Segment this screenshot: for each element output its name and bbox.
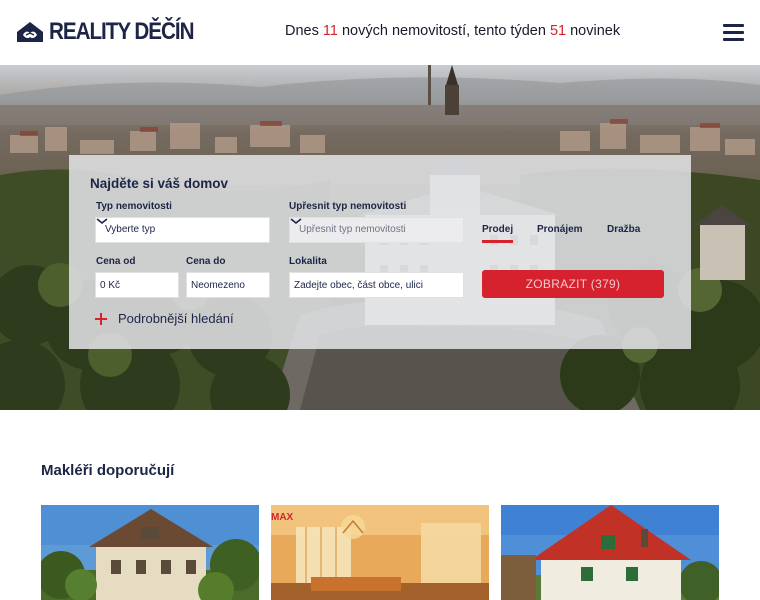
active-tab-indicator bbox=[482, 240, 513, 243]
house-handshake-icon bbox=[17, 22, 43, 42]
tab-drazba[interactable]: Dražba bbox=[607, 224, 640, 235]
recommended-listing-card[interactable] bbox=[41, 505, 259, 600]
property-type-label: Typ nemovitosti bbox=[96, 201, 172, 212]
property-type-select[interactable]: Vyberte typ bbox=[95, 217, 270, 243]
tagline-prefix: Dnes bbox=[285, 23, 319, 39]
listing-badge: MAX bbox=[271, 512, 294, 523]
hamburger-menu-icon[interactable] bbox=[723, 24, 744, 41]
week-count: 51 bbox=[549, 23, 567, 39]
property-subtype-select[interactable]: Upřesnit typ nemovitosti bbox=[289, 217, 464, 243]
advanced-search-label: Podrobnější hledání bbox=[118, 311, 234, 326]
search-submit-button[interactable]: ZOBRAZIT (379) bbox=[482, 270, 664, 298]
chevron-down-icon bbox=[290, 218, 302, 225]
logo-text: REALITY DĚČÍN bbox=[49, 18, 194, 45]
hero-banner: Najděte si váš domov Typ nemovitosti Vyb… bbox=[0, 65, 760, 410]
property-subtype-value: Upřesnit typ nemovitosti bbox=[299, 224, 406, 235]
chevron-down-icon bbox=[96, 218, 108, 225]
price-from-input[interactable] bbox=[95, 272, 179, 298]
tagline-middle: nových nemovitostí, tento týden bbox=[341, 23, 546, 39]
search-title: Najděte si váš domov bbox=[90, 176, 229, 191]
plus-icon bbox=[95, 312, 107, 325]
brokers-section-title: Makléři doporučují bbox=[41, 462, 175, 479]
recommended-listing-card[interactable] bbox=[501, 505, 719, 600]
tagline-suffix: novinek bbox=[570, 23, 621, 39]
property-subtype-label: Upřesnit typ nemovitosti bbox=[289, 201, 407, 212]
tab-pronajem[interactable]: Pronájem bbox=[537, 224, 583, 235]
price-to-input[interactable] bbox=[186, 272, 270, 298]
listing-photo bbox=[501, 505, 719, 600]
new-listings-tagline: Dnes 11 nových nemovitostí, tento týden … bbox=[285, 23, 620, 39]
price-to-label: Cena do bbox=[186, 256, 226, 267]
listing-photo bbox=[41, 505, 259, 600]
recommended-listing-card[interactable]: MAX bbox=[271, 505, 489, 600]
location-input[interactable] bbox=[289, 272, 464, 298]
logo[interactable]: REALITY DĚČÍN bbox=[16, 19, 217, 45]
search-panel: Najděte si váš domov Typ nemovitosti Vyb… bbox=[69, 155, 691, 349]
location-label: Lokalita bbox=[289, 256, 327, 267]
site-header: REALITY DĚČÍN Dnes 11 nových nemovitostí… bbox=[0, 0, 760, 65]
price-from-label: Cena od bbox=[96, 256, 136, 267]
today-count: 11 bbox=[322, 23, 338, 39]
property-type-value: Vyberte typ bbox=[105, 224, 156, 235]
tab-prodej[interactable]: Prodej bbox=[482, 224, 513, 235]
listing-photo: MAX bbox=[271, 505, 489, 600]
advanced-search-link[interactable]: Podrobnější hledání bbox=[95, 311, 234, 326]
